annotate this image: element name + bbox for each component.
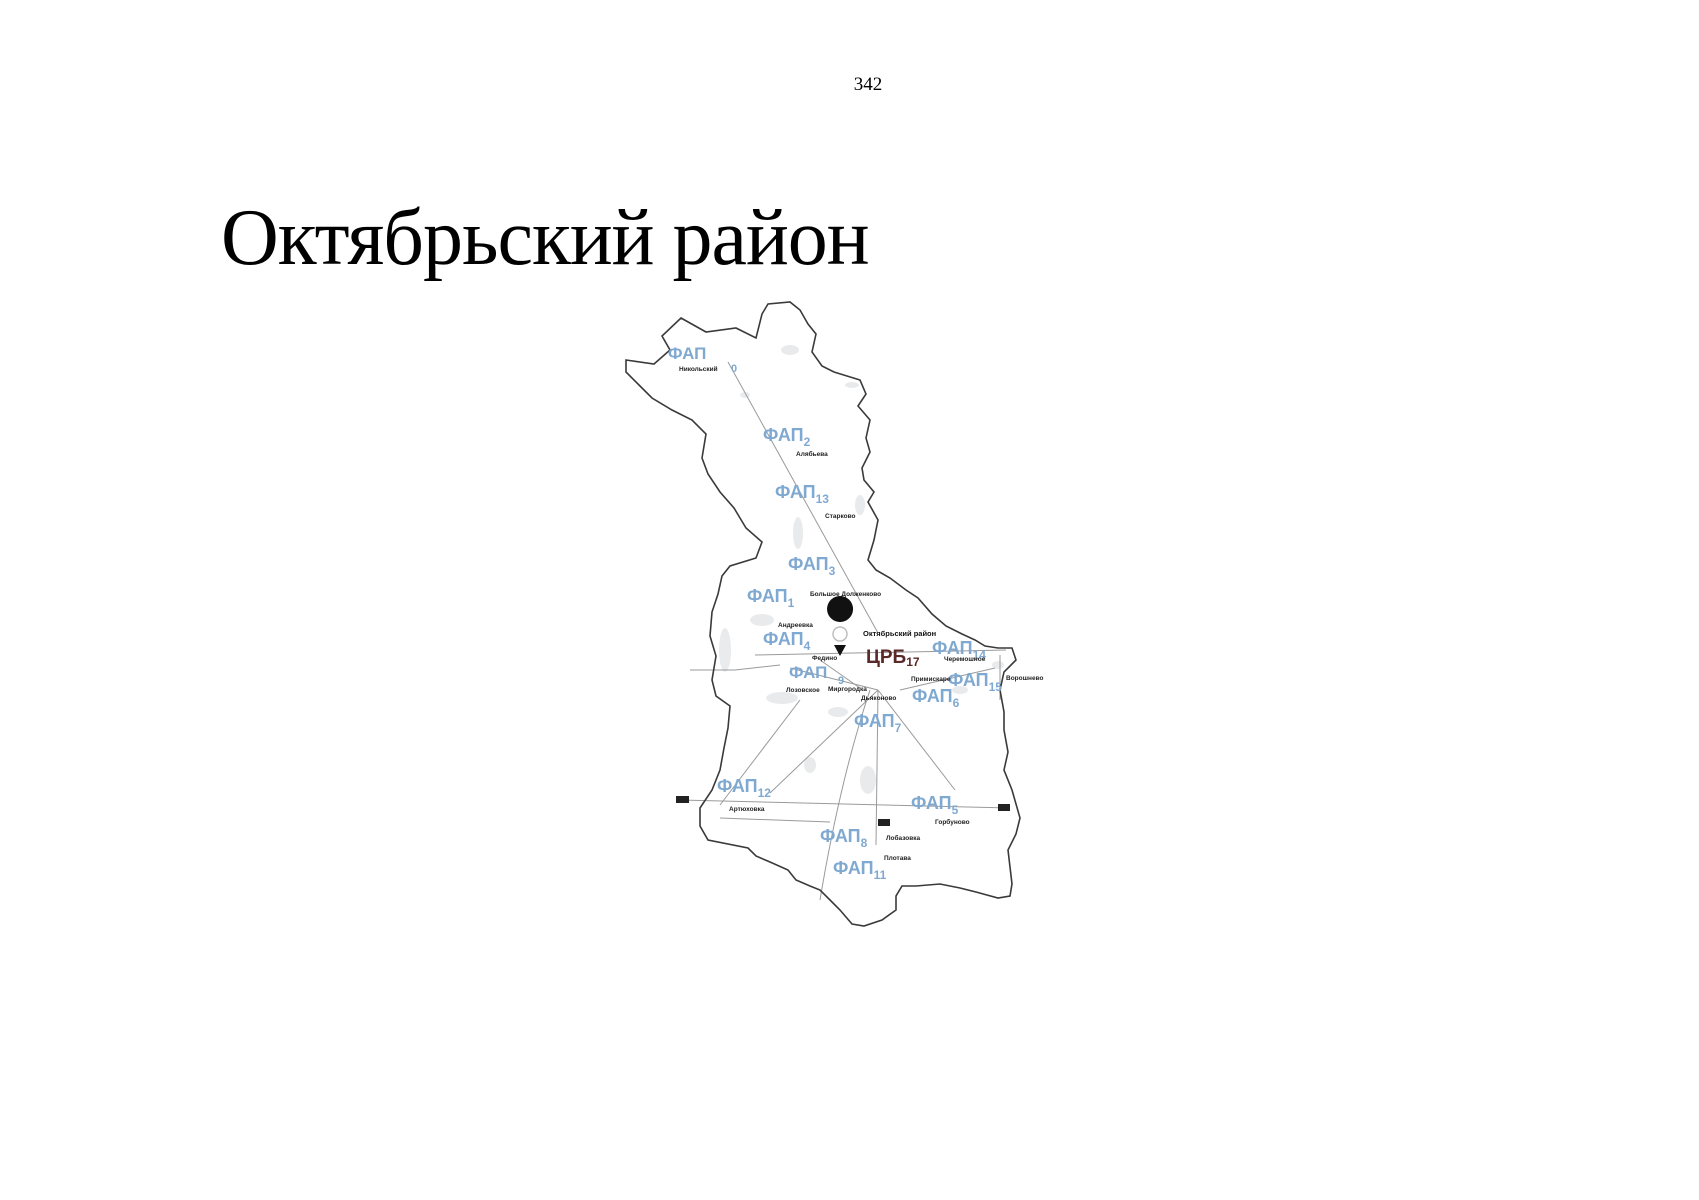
fap-label: ФАП3 xyxy=(788,554,836,578)
svg-text:ФАП6: ФАП6 xyxy=(912,686,960,710)
fap-label: ФАП4 xyxy=(763,629,811,653)
svg-text:ФАП1: ФАП1 xyxy=(747,586,795,610)
crb-place-label: Октябрьский район xyxy=(863,629,936,638)
village-label: Алябьева xyxy=(796,450,828,458)
village-label: Федино xyxy=(812,655,837,662)
fap-label: ФАП12 xyxy=(717,776,771,800)
svg-text:ФАП12: ФАП12 xyxy=(717,776,771,800)
svg-text:ФАП13: ФАП13 xyxy=(775,482,829,506)
village-label: Ворошнево xyxy=(1006,675,1043,682)
map-svg: ФАП 0 ФАП2 ФАП13 ФАП3 ФАП1 ФАП4 ФАП 9 ФА… xyxy=(625,301,1043,927)
crb-number: 17 xyxy=(906,655,920,669)
fap-label: ФАП6 xyxy=(912,686,960,710)
village-label: Примискаре xyxy=(911,676,951,683)
svg-text:ФАП11: ФАП11 xyxy=(833,858,887,882)
svg-text:ФАП4: ФАП4 xyxy=(763,629,811,653)
fap-label: ФАП1 xyxy=(747,586,795,610)
village-label: Артюховка xyxy=(729,806,765,813)
location-pin-icon xyxy=(827,596,854,622)
village-label: Старково xyxy=(825,513,856,520)
fap-label: ФАП13 xyxy=(775,482,829,506)
document-page: 342 Октябрьский район ФАП 0 ФАП2 ФАП13 Ф… xyxy=(0,0,1699,1200)
svg-text:ФАП: ФАП xyxy=(789,663,827,682)
village-label: Никольский xyxy=(679,365,718,373)
crb-marker: Октябрьский район ЦРБ17 xyxy=(827,596,936,669)
fap-label: ФАП2 xyxy=(763,425,811,449)
village-label: Миргородка xyxy=(828,686,867,693)
svg-text:0: 0 xyxy=(731,363,737,375)
crb-label: ЦРБ xyxy=(866,647,906,668)
fap-label: ФАП8 xyxy=(820,826,868,850)
svg-text:ФАП2: ФАП2 xyxy=(763,425,811,449)
village-label: Черемошное xyxy=(944,656,986,663)
village-label: Плотава xyxy=(884,855,911,862)
svg-text:ФАП5: ФАП5 xyxy=(911,793,959,817)
fap-label: ФАП11 xyxy=(833,858,887,882)
village-label: Лозовское xyxy=(786,687,820,694)
village-label: Горбуново xyxy=(935,818,970,826)
village-label: Большое Долженково xyxy=(810,591,881,598)
svg-text:ФАП: ФАП xyxy=(668,344,706,363)
svg-text:ФАП3: ФАП3 xyxy=(788,554,836,578)
svg-text:ФАП8: ФАП8 xyxy=(820,826,868,850)
village-label: Андреевка xyxy=(778,622,813,629)
village-label: Дьяконово xyxy=(861,695,896,702)
fap-label: ФАП5 xyxy=(911,793,959,817)
fap-label: ФАП 9 xyxy=(789,663,844,687)
svg-text:ЦРБ17: ЦРБ17 xyxy=(866,647,920,669)
district-map: ФАП 0 ФАП2 ФАП13 ФАП3 ФАП1 ФАП4 ФАП 9 ФА… xyxy=(0,0,1699,1200)
village-label: Лобазовка xyxy=(886,834,921,842)
